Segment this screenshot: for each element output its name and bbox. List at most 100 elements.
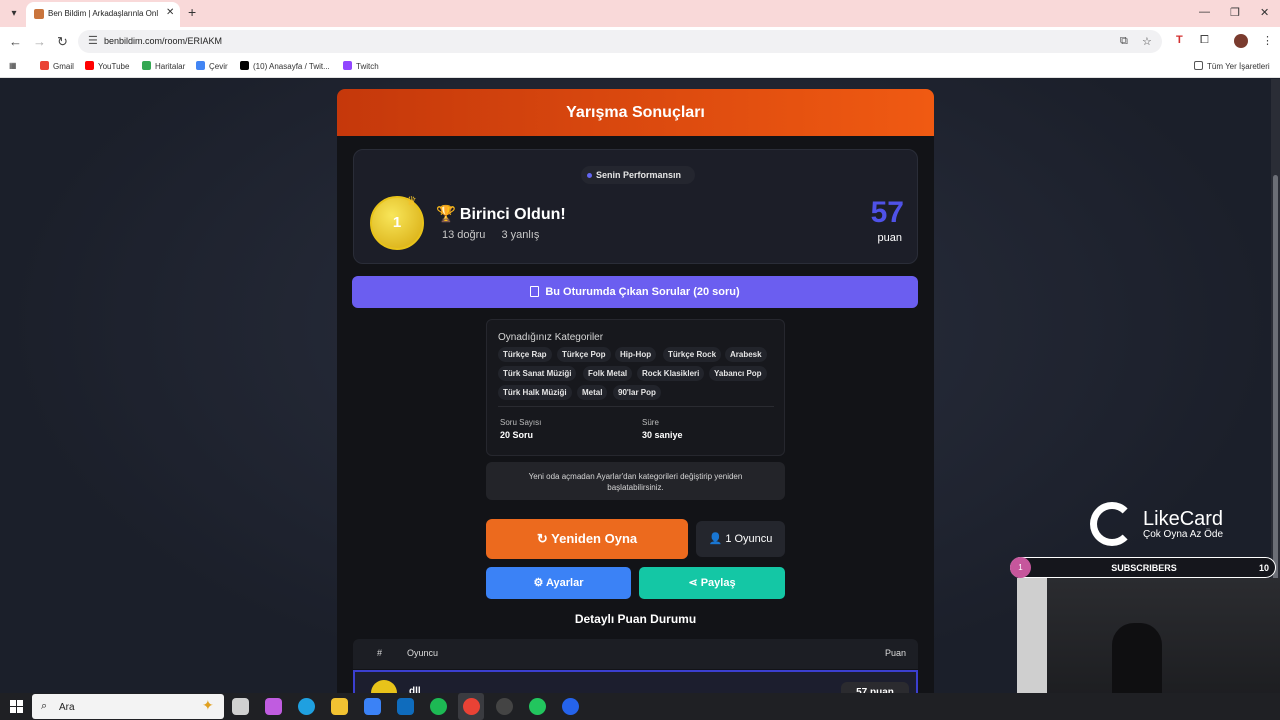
- bookmark-label: Çevir: [209, 62, 228, 71]
- install-icon[interactable]: ⧉: [1120, 35, 1128, 48]
- close-tab-icon[interactable]: ✕: [166, 7, 174, 18]
- bookmarks-bar: ▦ Gmail YouTube Haritalar Çevir (10) Ana…: [0, 56, 1280, 78]
- outlook-icon[interactable]: [397, 698, 414, 715]
- player-name: dll: [409, 686, 421, 693]
- player-points: 57 puan: [841, 682, 909, 693]
- results-card: Yarışma Sonuçları Senin Performansın 1 ♛…: [337, 89, 934, 693]
- settings-label: Ayarlar: [546, 577, 584, 589]
- replay-button[interactable]: ↻ Yeniden Oyna: [486, 519, 688, 559]
- col-player: Oyuncu: [407, 648, 439, 658]
- duration-value: 30 saniye: [642, 430, 683, 440]
- google-icon: [40, 61, 49, 70]
- results-title: Yarışma Sonuçları: [566, 104, 705, 121]
- category-chip: Hip-Hop: [615, 347, 657, 362]
- bookmark-label: Gmail: [53, 62, 74, 71]
- bookmark-star-icon[interactable]: ☆: [1142, 35, 1152, 48]
- youtube-icon: [85, 61, 94, 70]
- apps-grid-icon[interactable]: ▦: [9, 61, 17, 70]
- edge-icon[interactable]: [298, 698, 315, 715]
- obs-icon[interactable]: [496, 698, 513, 715]
- score-label: puan: [877, 232, 902, 244]
- likecard-slogan: Çok Oyna Az Öde: [1143, 529, 1224, 540]
- category-chip: Türkçe Rap: [498, 347, 552, 362]
- back-icon[interactable]: ←: [9, 34, 22, 49]
- refresh-icon: ↻: [536, 531, 552, 546]
- performance-panel: Senin Performansın 1 ♛ 🏆 Birinci Oldun! 1…: [353, 149, 918, 264]
- score-value: 57: [870, 196, 904, 229]
- document-icon: [530, 286, 540, 297]
- translate-icon: [196, 61, 205, 70]
- share-button[interactable]: ⋖ Paylaş: [639, 567, 785, 599]
- new-tab-icon[interactable]: +: [188, 4, 196, 20]
- col-points: Puan: [885, 648, 907, 658]
- category-chip: Arabesk: [725, 347, 767, 362]
- minimize-icon[interactable]: —: [1199, 6, 1210, 18]
- subscribers-count: 10: [1258, 563, 1269, 573]
- category-chip: 90'lar Pop: [613, 385, 661, 400]
- menu-kebab-icon[interactable]: ⋮: [1262, 34, 1273, 47]
- category-chip: Türkçe Pop: [557, 347, 611, 362]
- url-text: benbildim.com/room/ERIAKM: [104, 36, 223, 46]
- players-button[interactable]: 👤 1 Oyuncu: [696, 521, 785, 557]
- bookmark-haritalar[interactable]: Haritalar: [142, 61, 185, 71]
- bookmark-label: (10) Anasayfa / Twit...: [253, 62, 330, 71]
- windows-start-icon[interactable]: [10, 700, 23, 713]
- site-info-icon[interactable]: ☰: [88, 34, 98, 47]
- taskbar: ⌕ Ara ✦: [0, 693, 1280, 720]
- address-bar[interactable]: ☰ benbildim.com/room/ERIAKM ⧉ ☆: [78, 30, 1162, 53]
- gear-icon: ⚙: [533, 577, 546, 589]
- settings-button[interactable]: ⚙ Ayarlar: [486, 567, 631, 599]
- tab-strip: ▾ Ben Bildim | Arkadaşlarınla Onl ✕ + — …: [0, 0, 1280, 27]
- close-window-icon[interactable]: ✕: [1260, 6, 1269, 19]
- search-placeholder: Ara: [59, 702, 75, 713]
- search-icon: ⌕: [41, 700, 48, 712]
- rank-number: 1: [392, 214, 402, 231]
- trophy-icon: 🏆: [436, 206, 456, 223]
- x-icon: [240, 61, 249, 70]
- chrome-icon[interactable]: [463, 698, 480, 715]
- correct-count: 13 doğru: [442, 229, 486, 241]
- duration-label: Süre: [642, 418, 659, 427]
- subscribers-label: SUBSCRIBERS: [1111, 563, 1177, 573]
- bookmark-cevir[interactable]: Çevir: [196, 61, 228, 71]
- session-questions-button[interactable]: Bu Oturumda Çıkan Sorular (20 soru): [352, 276, 918, 308]
- app-green-icon[interactable]: [529, 698, 546, 715]
- extensions-puzzle-icon[interactable]: ⧠: [1200, 34, 1209, 47]
- performance-pill: Senin Performansın: [581, 166, 695, 184]
- table-row: dll 57 puan: [353, 670, 918, 693]
- results-header: Yarışma Sonuçları: [337, 89, 934, 136]
- file-explorer-icon[interactable]: [331, 698, 348, 715]
- share-label: Paylaş: [700, 577, 736, 589]
- forward-icon[interactable]: →: [33, 34, 46, 49]
- restore-icon[interactable]: ❐: [1230, 6, 1240, 19]
- bookmark-twitch[interactable]: Twitch: [343, 61, 379, 71]
- category-chip: Türk Sanat Müziği: [498, 366, 577, 381]
- task-view-icon[interactable]: [232, 698, 249, 715]
- store-icon[interactable]: [364, 698, 381, 715]
- performance-pill-label: Senin Performansın: [596, 170, 682, 180]
- session-questions-label: Bu Oturumda Çıkan Sorular (20 soru): [545, 286, 740, 298]
- question-count-label: Soru Sayısı: [500, 418, 542, 427]
- extension-icon[interactable]: T: [1176, 34, 1183, 46]
- category-chip: Metal: [577, 385, 608, 400]
- taskbar-search[interactable]: ⌕ Ara ✦: [32, 694, 224, 719]
- profile-avatar[interactable]: [1234, 34, 1248, 48]
- folder-icon: [1194, 61, 1203, 70]
- categories-title: Oynadığınız Kategoriler: [498, 332, 604, 343]
- bookmark-youtube[interactable]: YouTube: [85, 61, 129, 71]
- reload-icon[interactable]: ↻: [57, 34, 68, 50]
- tab-search-icon[interactable]: ▾: [6, 6, 22, 22]
- likecard-brand: LikeCard: [1143, 508, 1224, 530]
- question-count-value: 20 Soru: [500, 430, 534, 440]
- replay-label: Yeniden Oyna: [551, 531, 638, 546]
- bookmark-gmail[interactable]: Gmail: [40, 61, 74, 71]
- all-bookmarks[interactable]: Tüm Yer İşaretleri: [1194, 61, 1270, 71]
- settings-hint: Yeni oda açmadan Ayarlar'dan kategoriler…: [486, 462, 785, 500]
- browser-tab[interactable]: Ben Bildim | Arkadaşlarınla Onl ✕: [26, 2, 180, 27]
- rank-badge: [371, 680, 397, 693]
- share-icon: ⋖: [688, 577, 701, 589]
- bookmark-twitter[interactable]: (10) Anasayfa / Twit...: [240, 61, 330, 71]
- spotify-icon[interactable]: [430, 698, 447, 715]
- copilot-icon[interactable]: [265, 698, 282, 715]
- app-blue-icon[interactable]: [562, 698, 579, 715]
